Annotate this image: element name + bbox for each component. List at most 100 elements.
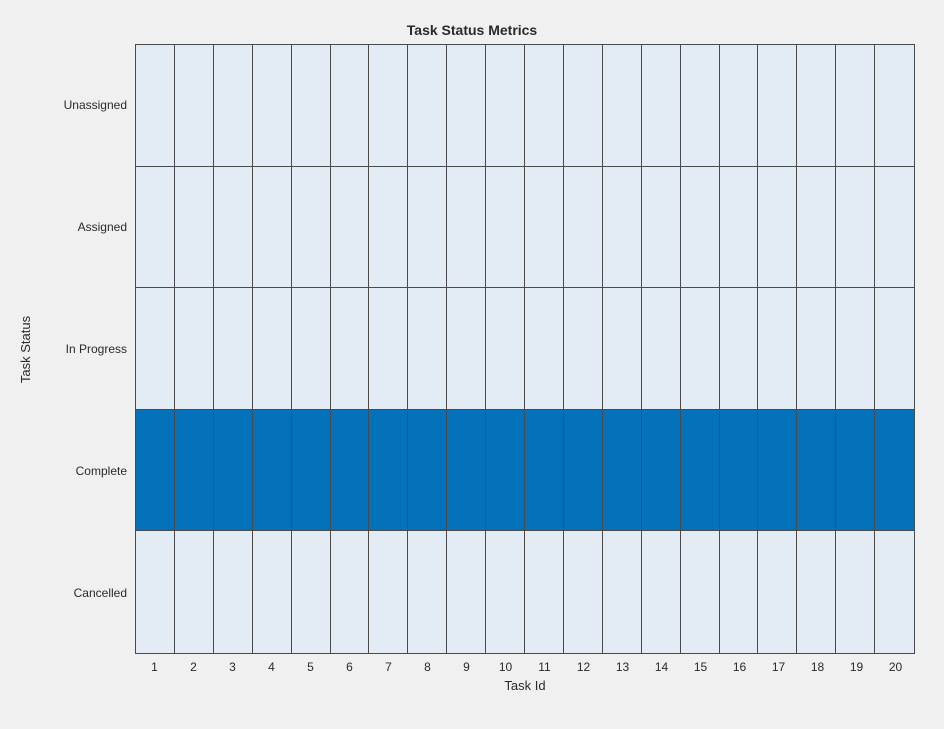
heatmap-cell (564, 167, 603, 289)
heatmap-cell (836, 410, 875, 532)
heatmap-cell (175, 167, 214, 289)
heatmap-cell (758, 288, 797, 410)
heatmap-cell (720, 45, 759, 167)
x-tick-label: 14 (642, 656, 681, 674)
heatmap-cell (681, 410, 720, 532)
heatmap-cell (408, 531, 447, 653)
heatmap-cell (369, 167, 408, 289)
heatmap-cell (175, 45, 214, 167)
heatmap-cell (603, 45, 642, 167)
heatmap-cell (447, 410, 486, 532)
heatmap-cell (875, 531, 914, 653)
heatmap-cell (875, 410, 914, 532)
heatmap-cell (525, 45, 564, 167)
x-tick-label: 16 (720, 656, 759, 674)
heatmap-cell (175, 288, 214, 410)
heatmap-cell (136, 288, 175, 410)
heatmap-cell (681, 531, 720, 653)
heatmap-cell (292, 167, 331, 289)
heatmap-grid (136, 45, 914, 653)
y-tick-label: In Progress (0, 288, 133, 410)
heatmap-cell (214, 410, 253, 532)
heatmap-cell (758, 531, 797, 653)
heatmap-cell (292, 288, 331, 410)
heatmap-cell (797, 45, 836, 167)
heatmap-cell (564, 288, 603, 410)
chart-axes (135, 44, 915, 654)
x-tick-label: 6 (330, 656, 369, 674)
y-tick-label: Complete (0, 410, 133, 532)
heatmap-cell (214, 288, 253, 410)
heatmap-cell (214, 167, 253, 289)
heatmap-cell (253, 288, 292, 410)
heatmap-cell (331, 288, 370, 410)
heatmap-cell (720, 167, 759, 289)
heatmap-cell (525, 288, 564, 410)
x-tick-label: 10 (486, 656, 525, 674)
heatmap-cell (875, 167, 914, 289)
heatmap-cell (292, 531, 331, 653)
heatmap-cell (369, 45, 408, 167)
heatmap-cell (331, 410, 370, 532)
x-tick-label: 12 (564, 656, 603, 674)
heatmap-cell (642, 288, 681, 410)
heatmap-cell (836, 531, 875, 653)
heatmap-cell (603, 410, 642, 532)
heatmap-cell (136, 45, 175, 167)
heatmap-cell (486, 45, 525, 167)
heatmap-cell (136, 167, 175, 289)
heatmap-cell (447, 531, 486, 653)
heatmap-cell (642, 410, 681, 532)
heatmap-cell (331, 167, 370, 289)
x-axis-ticks: 1234567891011121314151617181920 (135, 656, 915, 674)
heatmap-cell (758, 410, 797, 532)
x-tick-label: 11 (525, 656, 564, 674)
x-tick-label: 8 (408, 656, 447, 674)
chart-title: Task Status Metrics (0, 22, 944, 38)
heatmap-cell (408, 288, 447, 410)
heatmap-cell (875, 288, 914, 410)
y-axis-ticks: UnassignedAssignedIn ProgressCompleteCan… (0, 44, 133, 654)
heatmap-cell (525, 167, 564, 289)
heatmap-cell (253, 410, 292, 532)
heatmap-cell (603, 531, 642, 653)
heatmap-cell (720, 410, 759, 532)
x-tick-label: 15 (681, 656, 720, 674)
heatmap-cell (175, 410, 214, 532)
x-tick-label: 1 (135, 656, 174, 674)
heatmap-cell (486, 288, 525, 410)
x-tick-label: 5 (291, 656, 330, 674)
x-tick-label: 9 (447, 656, 486, 674)
x-tick-label: 13 (603, 656, 642, 674)
heatmap-cell (603, 167, 642, 289)
y-tick-label: Unassigned (0, 44, 133, 166)
heatmap-cell (408, 45, 447, 167)
x-tick-label: 7 (369, 656, 408, 674)
heatmap-cell (408, 167, 447, 289)
heatmap-cell (447, 167, 486, 289)
heatmap-cell (253, 531, 292, 653)
heatmap-cell (486, 531, 525, 653)
y-tick-label: Assigned (0, 166, 133, 288)
heatmap-cell (797, 531, 836, 653)
heatmap-cell (836, 167, 875, 289)
heatmap-cell (408, 410, 447, 532)
heatmap-cell (836, 45, 875, 167)
heatmap-cell (642, 167, 681, 289)
heatmap-cell (136, 531, 175, 653)
heatmap-cell (564, 410, 603, 532)
heatmap-cell (681, 45, 720, 167)
heatmap-cell (720, 288, 759, 410)
heatmap-cell (642, 531, 681, 653)
heatmap-cell (253, 167, 292, 289)
heatmap-cell (369, 288, 408, 410)
heatmap-cell (875, 45, 914, 167)
heatmap-cell (292, 45, 331, 167)
heatmap-cell (603, 288, 642, 410)
heatmap-cell (564, 531, 603, 653)
heatmap-cell (720, 531, 759, 653)
heatmap-cell (136, 410, 175, 532)
heatmap-cell (214, 531, 253, 653)
heatmap-cell (253, 45, 292, 167)
heatmap-cell (369, 531, 408, 653)
